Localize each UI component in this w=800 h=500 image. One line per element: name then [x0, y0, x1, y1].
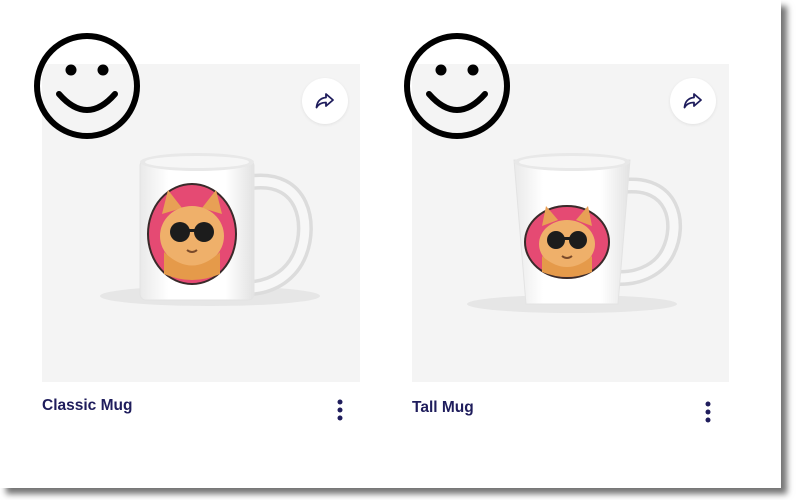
cat-artwork	[524, 205, 610, 279]
smiley-face-icon	[404, 33, 510, 139]
more-options-button[interactable]	[332, 397, 348, 423]
share-arrow-icon	[315, 93, 334, 109]
more-vertical-icon	[705, 401, 711, 423]
cat-artwork	[147, 183, 237, 285]
share-button[interactable]	[670, 78, 716, 124]
smiley-face-icon	[34, 33, 140, 139]
more-options-button[interactable]	[700, 399, 716, 425]
more-vertical-icon	[337, 399, 343, 421]
share-button[interactable]	[302, 78, 348, 124]
product-title[interactable]: Tall Mug	[412, 399, 474, 417]
product-title[interactable]: Classic Mug	[42, 397, 132, 415]
share-arrow-icon	[683, 93, 702, 109]
screenshot-frame: Classic Mug Tall Mug	[0, 0, 781, 488]
